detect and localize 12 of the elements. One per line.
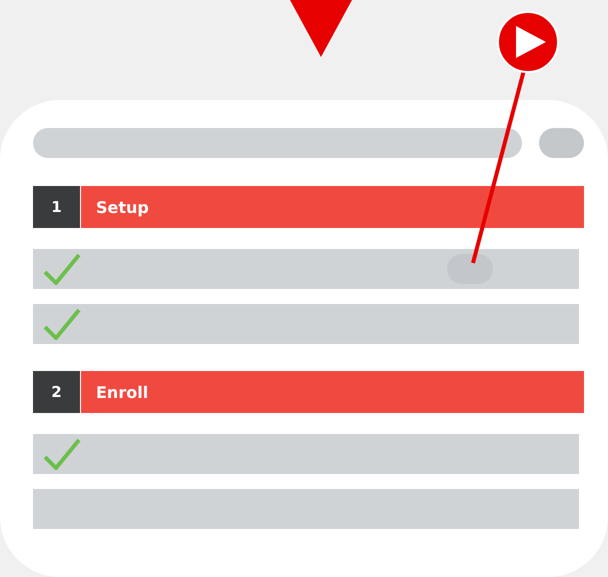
section-title: Enroll xyxy=(81,371,584,413)
step-number: 2 xyxy=(33,371,80,413)
toggle-pill[interactable] xyxy=(447,254,493,284)
checkmark-icon xyxy=(43,438,81,470)
step-number: 1 xyxy=(33,186,80,228)
play-icon xyxy=(497,11,559,73)
down-arrow-icon xyxy=(290,0,352,57)
search-button[interactable] xyxy=(539,128,584,158)
section-title: Setup xyxy=(81,186,584,228)
checkmark-icon xyxy=(43,253,81,285)
search-field[interactable] xyxy=(33,128,522,158)
checkmark-icon xyxy=(43,308,81,340)
